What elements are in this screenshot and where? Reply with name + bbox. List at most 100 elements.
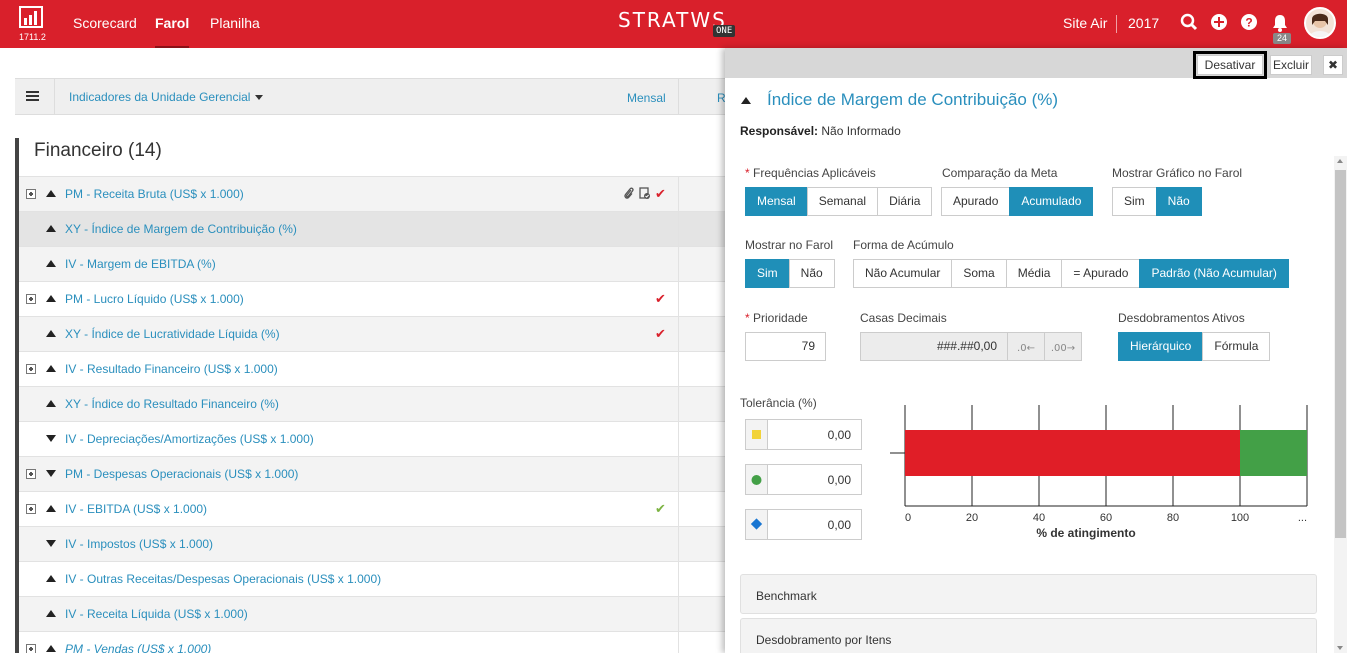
expand-icon[interactable] <box>26 294 36 304</box>
indicator-name[interactable]: PM - Lucro Líquido (US$ x 1.000) <box>65 292 244 306</box>
indicator-name[interactable]: IV - Margem de EBITDA (%) <box>65 257 216 271</box>
accumulation-media[interactable]: Média <box>1005 259 1063 288</box>
indicator-name[interactable]: XY - Índice de Lucratividade Líquida (%) <box>65 327 280 341</box>
show-chart-nao[interactable]: Não <box>1155 187 1202 216</box>
table-row[interactable]: IV - Impostos (US$ x 1.000) <box>19 526 727 561</box>
yellow-square-icon <box>746 420 768 449</box>
red-check-icon: ✔ <box>655 326 666 341</box>
close-icon[interactable]: ✖ <box>1323 55 1343 75</box>
nav-farol[interactable]: Farol <box>155 0 190 48</box>
table-row[interactable]: IV - Margem de EBITDA (%) <box>19 246 727 281</box>
x-tick-label: 60 <box>1100 512 1112 524</box>
responsible-line: Responsável: Não Informado <box>740 124 901 138</box>
table-row[interactable]: IV - Outras Receitas/Despesas Operaciona… <box>19 561 727 596</box>
priority-input[interactable]: 79 <box>745 332 826 361</box>
items-breakdown-section-title: Desdobramento por Itens <box>756 633 892 647</box>
increase-decimals-icon[interactable]: .00→ <box>1044 332 1082 361</box>
table-row[interactable]: XY - Índice do Resultado Financeiro (%) <box>19 386 727 421</box>
table-row[interactable]: PM - Receita Bruta (US$ x 1.000) ✔ <box>19 176 727 211</box>
table-row[interactable]: IV - Receita Líquida (US$ x 1.000) <box>19 596 727 631</box>
indicators-dropdown[interactable]: Indicadores da Unidade Gerencial <box>69 90 250 104</box>
app-logo[interactable]: 1711.2 <box>19 6 49 42</box>
accumulation-padrao[interactable]: Padrão (Não Acumular) <box>1139 259 1289 288</box>
indicator-name[interactable]: PM - Receita Bruta (US$ x 1.000) <box>65 187 244 201</box>
panel-scrollbar-thumb[interactable] <box>1335 170 1346 538</box>
table-row[interactable]: XY - Índice de Lucratividade Líquida (%)… <box>19 316 727 351</box>
breakdowns-label: Desdobramentos Ativos <box>1118 311 1245 325</box>
show-chart-sim[interactable]: Sim <box>1112 187 1157 216</box>
breakdown-formula[interactable]: Fórmula <box>1202 332 1271 361</box>
indicator-name[interactable]: IV - EBITDA (US$ x 1.000) <box>65 502 207 516</box>
goal-acumulado[interactable]: Acumulado <box>1009 187 1094 216</box>
decrease-decimals-icon[interactable]: .0← <box>1007 332 1045 361</box>
expand-icon[interactable] <box>26 469 36 479</box>
bell-icon[interactable] <box>1271 13 1291 33</box>
nav-scorecard[interactable]: Scorecard <box>73 0 137 48</box>
column-divider <box>678 317 679 351</box>
show-in-farol-nao[interactable]: Não <box>788 259 835 288</box>
indicator-name[interactable]: PM - Vendas (US$ x 1.000) <box>65 642 211 653</box>
frequency-diaria[interactable]: Diária <box>877 187 933 216</box>
year-selector[interactable]: 2017 <box>1128 0 1159 48</box>
items-breakdown-section[interactable]: Desdobramento por Itens <box>740 618 1317 653</box>
indicator-name[interactable]: IV - Impostos (US$ x 1.000) <box>65 537 213 551</box>
table-row[interactable]: IV - Resultado Financeiro (US$ x 1.000) <box>19 351 727 386</box>
tolerance-yellow-input[interactable]: 0,00 <box>745 419 862 450</box>
chart-logo-icon <box>19 6 43 28</box>
frequency-mensal[interactable]: Mensal <box>745 187 808 216</box>
help-icon[interactable]: ? <box>1240 13 1260 33</box>
company-selector[interactable]: Site Air <box>1063 0 1107 48</box>
goal-apurado[interactable]: Apurado <box>941 187 1011 216</box>
tolerance-blue-input[interactable]: 0,00 <box>745 509 862 540</box>
accumulation-soma[interactable]: Soma <box>951 259 1007 288</box>
expand-icon[interactable] <box>26 644 36 653</box>
accumulation-apurado[interactable]: = Apurado <box>1061 259 1141 288</box>
scroll-up-icon[interactable] <box>1337 159 1343 163</box>
indicator-name[interactable]: XY - Índice do Resultado Financeiro (%) <box>65 397 279 411</box>
breakdown-hierarquico[interactable]: Hierárquico <box>1118 332 1204 361</box>
table-row[interactable]: IV - Depreciações/Amortizações (US$ x 1.… <box>19 421 727 456</box>
menu-icon[interactable] <box>15 79 55 114</box>
expand-icon[interactable] <box>26 504 36 514</box>
frequencies-selector: Mensal Semanal Diária <box>745 187 933 216</box>
tolerance-label: Tolerância (%) <box>740 396 817 410</box>
x-tick-label: 100 <box>1231 512 1249 524</box>
frequency-column-header[interactable]: Mensal <box>627 91 666 105</box>
svg-text:.0←: .0← <box>1017 343 1035 354</box>
nav-planilha[interactable]: Planilha <box>210 0 260 48</box>
trend-down-icon <box>46 435 56 442</box>
expand-icon[interactable] <box>26 189 36 199</box>
accumulation-label: Forma de Acúmulo <box>853 238 954 252</box>
benchmark-section[interactable]: Benchmark <box>740 574 1317 614</box>
delete-button[interactable]: Excluir <box>1270 55 1312 75</box>
tolerance-green-input[interactable]: 0,00 <box>745 464 862 495</box>
avatar[interactable] <box>1304 7 1336 39</box>
table-row[interactable]: IV - EBITDA (US$ x 1.000) ✔ <box>19 491 727 526</box>
indicator-name[interactable]: PM - Despesas Operacionais (US$ x 1.000) <box>65 467 298 481</box>
show-in-farol-sim[interactable]: Sim <box>745 259 790 288</box>
indicator-name[interactable]: IV - Resultado Financeiro (US$ x 1.000) <box>65 362 278 376</box>
plus-circle-icon[interactable] <box>1210 13 1230 33</box>
paperclip-icon[interactable] <box>623 187 635 200</box>
indicator-name[interactable]: XY - Índice de Margem de Contribuição (%… <box>65 222 297 236</box>
document-check-icon[interactable] <box>639 187 651 200</box>
x-tick-label: 20 <box>966 512 978 524</box>
deactivate-button[interactable]: Desativar <box>1193 51 1267 79</box>
table-row[interactable]: XY - Índice de Margem de Contribuição (%… <box>19 211 727 246</box>
indicator-name[interactable]: IV - Outras Receitas/Despesas Operaciona… <box>65 572 381 586</box>
table-row[interactable]: PM - Vendas (US$ x 1.000) <box>19 631 727 653</box>
table-row[interactable]: PM - Lucro Líquido (US$ x 1.000) ✔ <box>19 281 727 316</box>
x-axis-label: % de atingimento <box>1036 526 1135 540</box>
decimals-input: ###.##0,00 <box>860 332 1008 361</box>
search-icon[interactable] <box>1180 13 1200 33</box>
scroll-down-icon[interactable] <box>1337 646 1343 650</box>
expand-icon[interactable] <box>26 364 36 374</box>
trend-up-icon <box>46 225 56 232</box>
chevron-down-icon[interactable] <box>255 95 263 100</box>
accumulation-nao-acumular[interactable]: Não Acumular <box>853 259 953 288</box>
frequency-semanal[interactable]: Semanal <box>806 187 879 216</box>
indicator-name[interactable]: IV - Receita Líquida (US$ x 1.000) <box>65 607 248 621</box>
trend-down-icon <box>46 470 56 477</box>
table-row[interactable]: PM - Despesas Operacionais (US$ x 1.000) <box>19 456 727 491</box>
indicator-name[interactable]: IV - Depreciações/Amortizações (US$ x 1.… <box>65 432 314 446</box>
